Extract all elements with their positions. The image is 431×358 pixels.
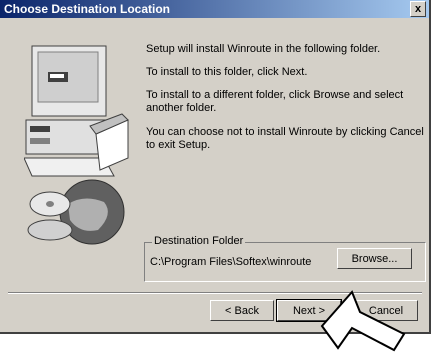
intro-text: Setup will install Winroute in the follo… <box>146 43 381 55</box>
pointer-cursor-icon <box>320 290 406 352</box>
window-title: Choose Destination Location <box>4 2 171 16</box>
browse-instruction-text: To install to a different folder, click … <box>146 89 404 114</box>
setup-dialog: Choose Destination Location x Setup will… <box>0 0 431 334</box>
next-instruction-text: To install to this folder, click Next. <box>146 66 308 78</box>
browse-button[interactable]: Browse... <box>337 248 412 269</box>
close-icon[interactable]: x <box>410 1 426 17</box>
cancel-instruction-text: You can choose not to install Winroute b… <box>146 126 424 151</box>
computer-illustration <box>24 45 129 245</box>
back-button[interactable]: < Back <box>210 300 274 321</box>
destination-path: C:\Program Files\Softex\winroute <box>150 256 312 268</box>
destination-folder-label: Destination Folder <box>152 235 246 247</box>
title-bar: Choose Destination Location x <box>0 0 429 18</box>
